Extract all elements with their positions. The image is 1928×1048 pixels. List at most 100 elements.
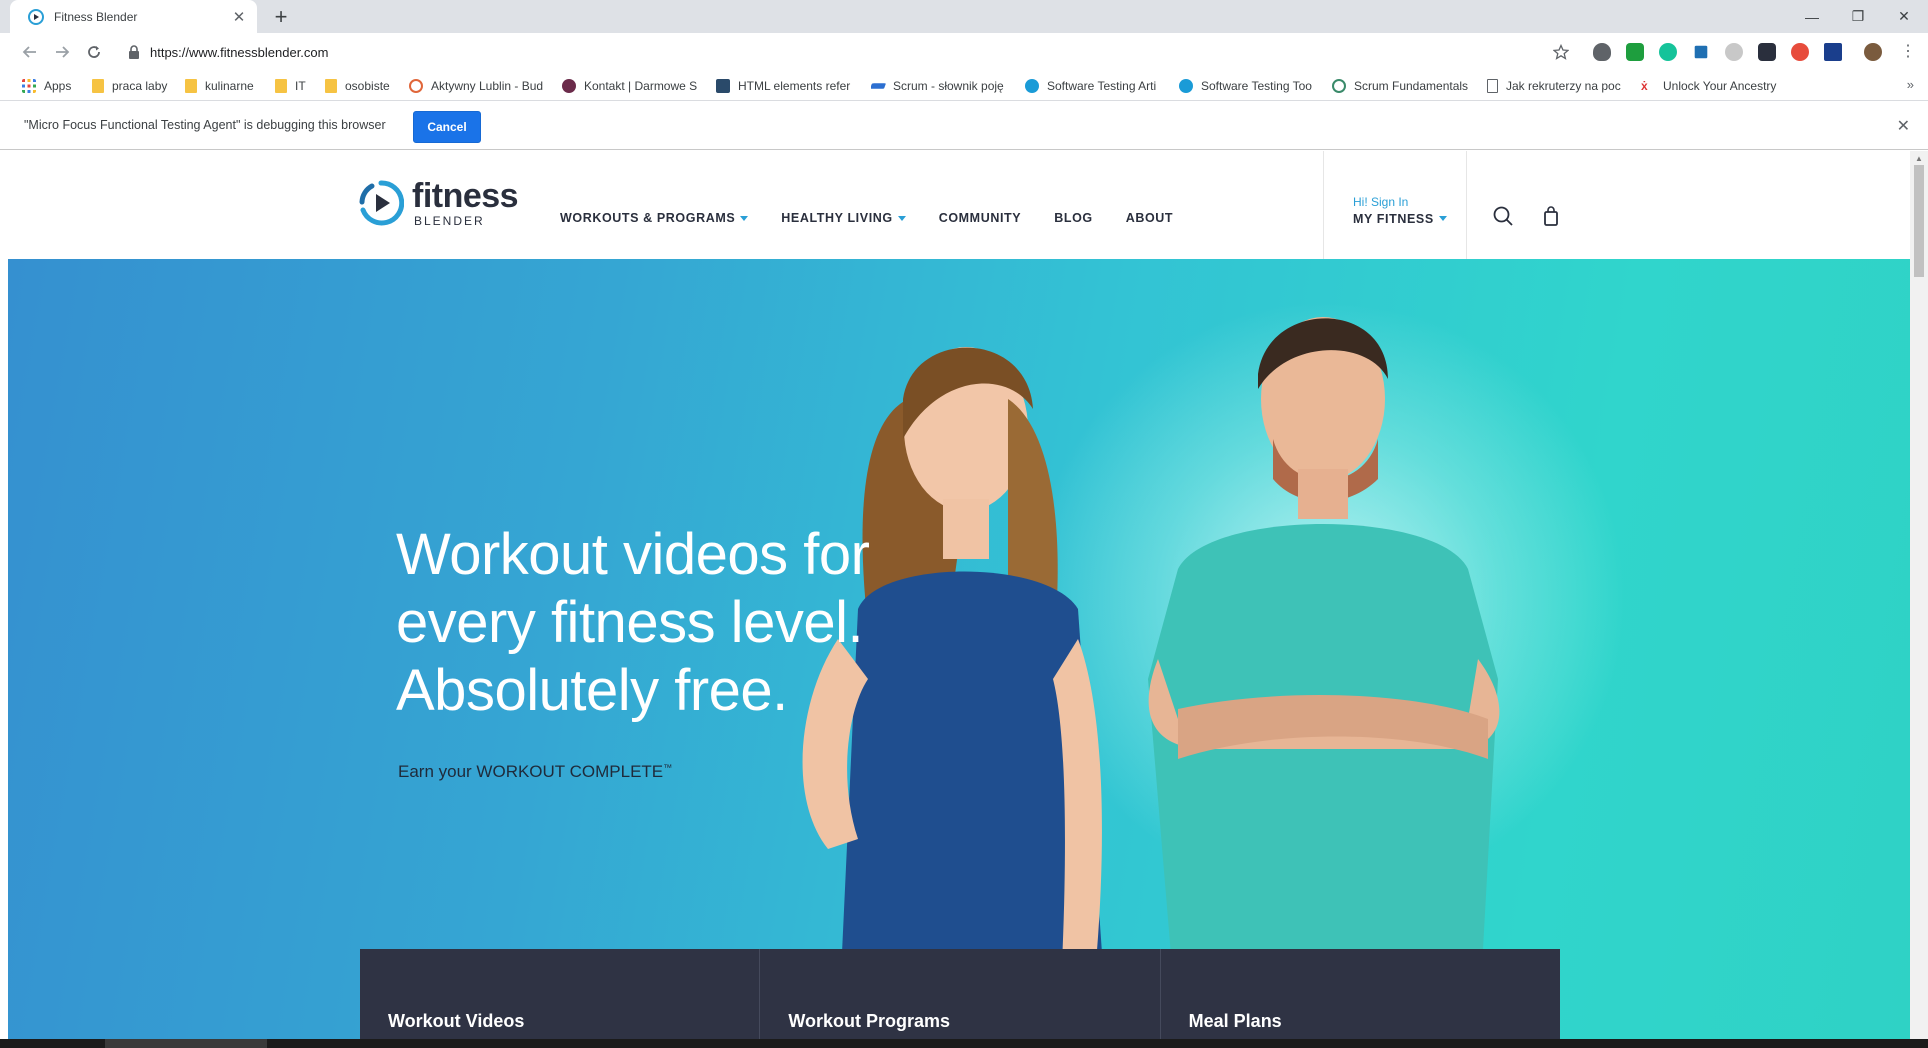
fitness-blender-favicon-icon xyxy=(28,8,44,25)
chevron-down-icon xyxy=(740,215,749,221)
nav-label: ABOUT xyxy=(1125,211,1174,225)
nav-label: COMMUNITY xyxy=(938,211,1022,225)
os-taskbar xyxy=(0,1039,1928,1048)
nav-healthy-living[interactable]: HEALTHY LIVING xyxy=(781,211,906,225)
url-text: https://www.fitnessblender.com xyxy=(150,44,329,60)
scroll-up-icon[interactable]: ▲ xyxy=(1915,154,1923,163)
bookmark-folder-praca-laby[interactable]: praca laby xyxy=(92,77,172,95)
fitness-blender-logo-icon xyxy=(359,180,404,226)
color-extension-icon[interactable] xyxy=(1791,43,1809,61)
back-button[interactable] xyxy=(16,38,44,66)
logo-wordmark: fitness xyxy=(412,177,519,215)
nav-about[interactable]: ABOUT xyxy=(1126,211,1173,225)
bookmark-apps[interactable]: Apps xyxy=(22,77,82,95)
green-extension-icon[interactable] xyxy=(1626,43,1644,61)
scrollbar-thumb[interactable] xyxy=(1914,165,1924,277)
nav-label: WORKOUTS & PROGRAMS xyxy=(560,211,736,225)
bookmark-folder-osobiste[interactable]: osobiste xyxy=(325,77,401,95)
forward-button[interactable] xyxy=(48,38,76,66)
bookmark-folder-kulinarne[interactable]: kulinarne xyxy=(185,77,261,95)
bookmark-software-testing-tools[interactable]: Software Testing Too xyxy=(1179,77,1315,95)
hero-headline-line: Absolutely free. xyxy=(396,658,788,723)
shield-extension-icon[interactable] xyxy=(1593,43,1611,61)
cancel-debugging-button[interactable]: Cancel xyxy=(413,111,481,143)
card-title: Meal Plans xyxy=(1188,1011,1282,1031)
card-meal-plans[interactable]: Meal Plans xyxy=(1161,949,1560,1039)
search-icon[interactable] xyxy=(1492,205,1514,227)
window-close-button[interactable]: ✕ xyxy=(1882,0,1926,33)
reload-icon xyxy=(88,46,100,58)
shopping-bag-icon[interactable] xyxy=(1540,205,1562,227)
browser-tab[interactable]: Fitness Blender ✕ xyxy=(10,0,257,33)
folder-icon xyxy=(185,79,197,93)
cross-extension-icon[interactable] xyxy=(1694,45,1708,59)
chrome-menu-icon[interactable]: ⋮ xyxy=(1900,41,1916,61)
trainer-man-figure xyxy=(1148,317,1500,1039)
bookmark-kontakt[interactable]: Kontakt | Darmowe S xyxy=(562,77,698,95)
nav-workouts-programs[interactable]: WORKOUTS & PROGRAMS xyxy=(560,211,749,225)
hero-headline: Workout videos for every fitness level. … xyxy=(396,521,870,725)
pen-site-icon xyxy=(871,83,887,89)
reload-button[interactable] xyxy=(80,38,108,66)
taskbar-item[interactable] xyxy=(105,1039,267,1048)
drive-extension-icon[interactable] xyxy=(1824,43,1842,61)
bookmark-star-icon[interactable] xyxy=(1553,44,1569,60)
bookmark-aktywny-lublin[interactable]: Aktywny Lublin - Bud xyxy=(409,77,545,95)
sign-in-link[interactable]: Hi! Sign In xyxy=(1353,195,1447,211)
nav-label: BLOG xyxy=(1054,211,1093,225)
grammarly-extension-icon[interactable] xyxy=(1659,43,1677,61)
debugging-infobar: "Micro Focus Functional Testing Agent" i… xyxy=(0,102,1928,150)
notes-extension-icon[interactable] xyxy=(1758,43,1776,61)
site-logo[interactable]: fitness BLENDER xyxy=(358,177,519,228)
bookmark-unlock-ancestry[interactable]: ẋ Unlock Your Ancestry xyxy=(1641,77,1777,95)
hero-subtitle-text: Earn your WORKOUT COMPLETE xyxy=(398,762,664,781)
bookmark-label: IT xyxy=(295,79,306,93)
sign-in-menu[interactable]: Hi! Sign In MY FITNESS xyxy=(1353,195,1447,227)
card-workout-programs[interactable]: Workout Programs xyxy=(760,949,1161,1039)
my-fitness-label: MY FITNESS xyxy=(1353,211,1434,226)
bookmark-scrum-slownik[interactable]: Scrum - słownik poję xyxy=(871,77,1007,95)
logo-subtext: BLENDER xyxy=(414,214,485,228)
card-title: Workout Programs xyxy=(788,1011,951,1031)
bookmark-jak-rekruterzy[interactable]: Jak rekruterzy na poc xyxy=(1487,77,1623,95)
page-scrollbar[interactable]: ▲ xyxy=(1910,151,1928,1039)
bookmarks-overflow-icon[interactable]: » xyxy=(1907,77,1914,92)
nav-blog[interactable]: BLOG xyxy=(1054,211,1093,225)
chevron-down-icon xyxy=(897,215,906,221)
cloud-extension-icon[interactable] xyxy=(1725,43,1743,61)
bookmark-html-elements[interactable]: HTML elements refer xyxy=(716,77,852,95)
infobar-close-icon[interactable]: ✕ xyxy=(1897,116,1910,136)
bookmark-software-testing-articles[interactable]: Software Testing Arti xyxy=(1025,77,1161,95)
u-site-icon xyxy=(1179,79,1193,93)
nav-community[interactable]: COMMUNITY xyxy=(939,211,1021,225)
tab-close-icon[interactable]: ✕ xyxy=(231,8,247,26)
minimize-button[interactable]: — xyxy=(1790,0,1834,33)
forward-arrow-icon xyxy=(56,46,70,58)
bookmark-label: Jak rekruterzy na poc xyxy=(1506,79,1621,93)
site-header: fitness BLENDER WORKOUTS & PROGRAMS HEAL… xyxy=(8,151,1910,259)
hero-banner: Workout videos for every fitness level. … xyxy=(8,259,1910,1039)
main-nav: WORKOUTS & PROGRAMS HEALTHY LIVING COMMU… xyxy=(560,211,1206,225)
graduation-cap-icon xyxy=(716,79,730,93)
bookmark-scrum-fundamentals[interactable]: Scrum Fundamentals xyxy=(1332,77,1468,95)
bookmark-label: Software Testing Arti xyxy=(1047,79,1157,93)
restore-button[interactable]: ❐ xyxy=(1836,0,1880,33)
lock-icon xyxy=(129,45,139,59)
my-fitness-dropdown[interactable]: MY FITNESS xyxy=(1353,211,1447,227)
folder-icon xyxy=(275,79,287,93)
folder-icon xyxy=(92,79,104,93)
bookmark-folder-it[interactable]: IT xyxy=(275,77,309,95)
new-tab-button[interactable]: + xyxy=(268,4,294,30)
nav-label: HEALTHY LIVING xyxy=(781,211,893,225)
profile-avatar[interactable] xyxy=(1864,43,1882,61)
u-site-icon xyxy=(1025,79,1039,93)
header-divider xyxy=(1466,151,1467,259)
clock-site-icon xyxy=(409,79,423,93)
card-title: Workout Videos xyxy=(388,1011,525,1031)
infobar-message: "Micro Focus Functional Testing Agent" i… xyxy=(24,118,386,132)
card-workout-videos[interactable]: Workout Videos xyxy=(360,949,761,1039)
page-viewport: fitness BLENDER WORKOUTS & PROGRAMS HEAL… xyxy=(8,151,1910,1039)
header-divider xyxy=(1323,151,1324,259)
tab-title: Fitness Blender xyxy=(54,9,138,24)
address-bar[interactable]: https://www.fitnessblender.com xyxy=(120,37,1580,67)
